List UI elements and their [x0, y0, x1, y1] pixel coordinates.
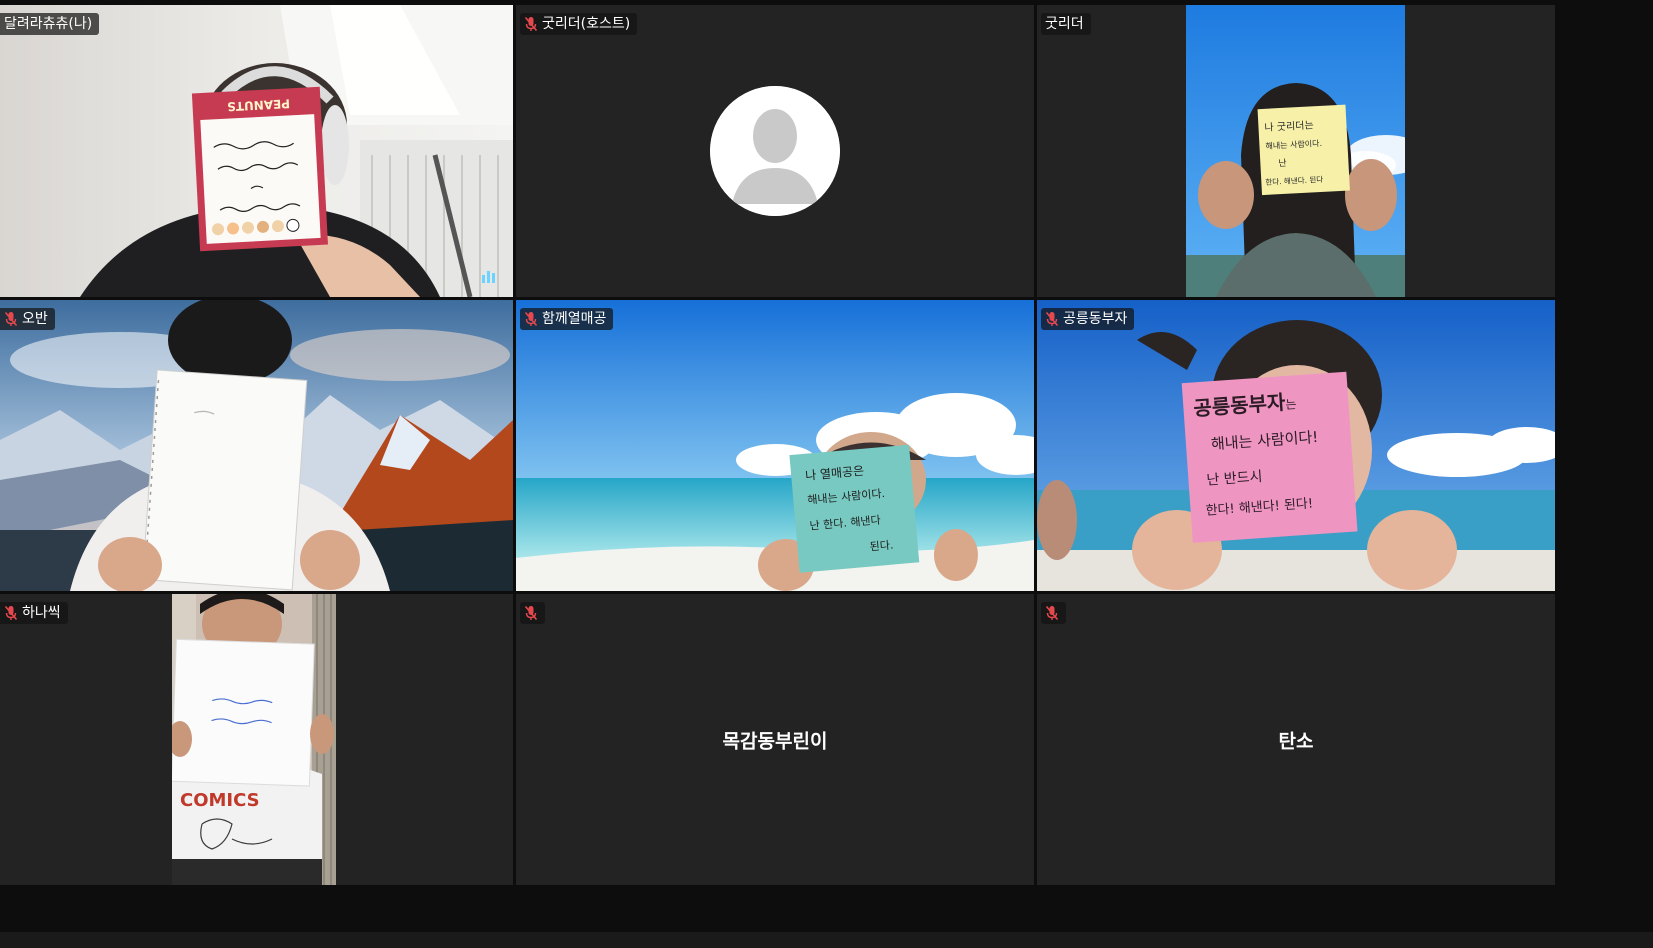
participant-tile-self[interactable]: PEANUTS 달려라츄츄(나)	[0, 5, 513, 297]
shirt-print-text: COMICS	[180, 790, 260, 811]
participant-video: 나 열매공은 해내는 사람이다. 난 한다. 해낸다 된다.	[516, 300, 1034, 591]
participant-tile-oban[interactable]: 오반	[0, 300, 513, 591]
avatar-placeholder-icon	[710, 86, 840, 216]
participant-video: 나 굿리더는 해내는 사람이다. 난 한다. 해낸다. 된다	[1186, 5, 1405, 297]
participant-video: 공릉동부자는 해내는 사람이다! 난 반드시 한다! 해낸다! 된다!	[1037, 300, 1555, 591]
participant-name-tag	[520, 602, 545, 624]
meeting-gallery-view: PEANUTS 달려라츄츄(나) 굿리더(호스트) 나 굿리더는 해내는 사람이…	[0, 0, 1653, 948]
participant-tile-mokgam[interactable]: 목감동부린이	[516, 594, 1034, 885]
participant-tile-goodleader[interactable]: 나 굿리더는 해내는 사람이다. 난 한다. 해낸다. 된다 굿리더	[1037, 5, 1555, 297]
participant-video: COMICS	[172, 594, 336, 885]
mic-muted-icon	[524, 311, 538, 327]
participant-name-tag: 함께열매공	[520, 308, 614, 330]
participant-name-tag: 달려라츄츄(나)	[0, 13, 100, 35]
participant-tile-gongneung[interactable]: 공릉동부자는 해내는 사람이다! 난 반드시 한다! 해낸다! 된다! 공릉동부…	[1037, 300, 1555, 591]
participant-name: 달려라츄츄(나)	[4, 16, 93, 32]
participant-name-tag: 오반	[0, 308, 55, 330]
participant-name: 굿리더(호스트)	[542, 16, 631, 32]
participant-name-tag	[1041, 602, 1066, 624]
mic-muted-icon	[524, 605, 538, 621]
participant-display-name: 목감동부린이	[722, 730, 828, 752]
bottom-bar	[0, 932, 1653, 948]
participant-name-tag: 굿리더	[1041, 13, 1091, 35]
mic-muted-icon	[4, 311, 18, 327]
participant-tile-tanso[interactable]: 탄소	[1037, 594, 1555, 885]
participant-name: 굿리더	[1045, 16, 1084, 32]
mic-muted-icon	[1045, 605, 1059, 621]
note-line: 된다.	[869, 538, 894, 553]
participant-name: 함께열매공	[542, 311, 607, 327]
note-suffix: 는	[1285, 397, 1297, 412]
participant-name-tag: 공릉동부자	[1041, 308, 1135, 330]
participant-name: 공릉동부자	[1063, 311, 1128, 327]
participant-video: PEANUTS	[0, 5, 513, 297]
participant-name-tag: 하나씩	[0, 602, 68, 624]
participant-name: 하나씩	[22, 605, 61, 621]
note-line: 난	[1278, 158, 1287, 169]
mic-muted-icon	[4, 605, 18, 621]
participant-name: 오반	[22, 311, 48, 327]
mic-muted-icon	[524, 16, 538, 32]
participant-tile-fruit[interactable]: 나 열매공은 해내는 사람이다. 난 한다. 해낸다 된다. 함께열매공	[516, 300, 1034, 591]
speaking-indicator-icon	[481, 267, 499, 285]
mic-muted-icon	[1045, 311, 1059, 327]
participant-tile-hanassik[interactable]: COMICS 하나씩	[0, 594, 513, 885]
participant-tile-host[interactable]: 굿리더(호스트)	[516, 5, 1034, 297]
participant-display-name: 탄소	[1278, 730, 1314, 752]
participant-video	[0, 300, 513, 591]
participant-name-tag: 굿리더(호스트)	[520, 13, 638, 35]
